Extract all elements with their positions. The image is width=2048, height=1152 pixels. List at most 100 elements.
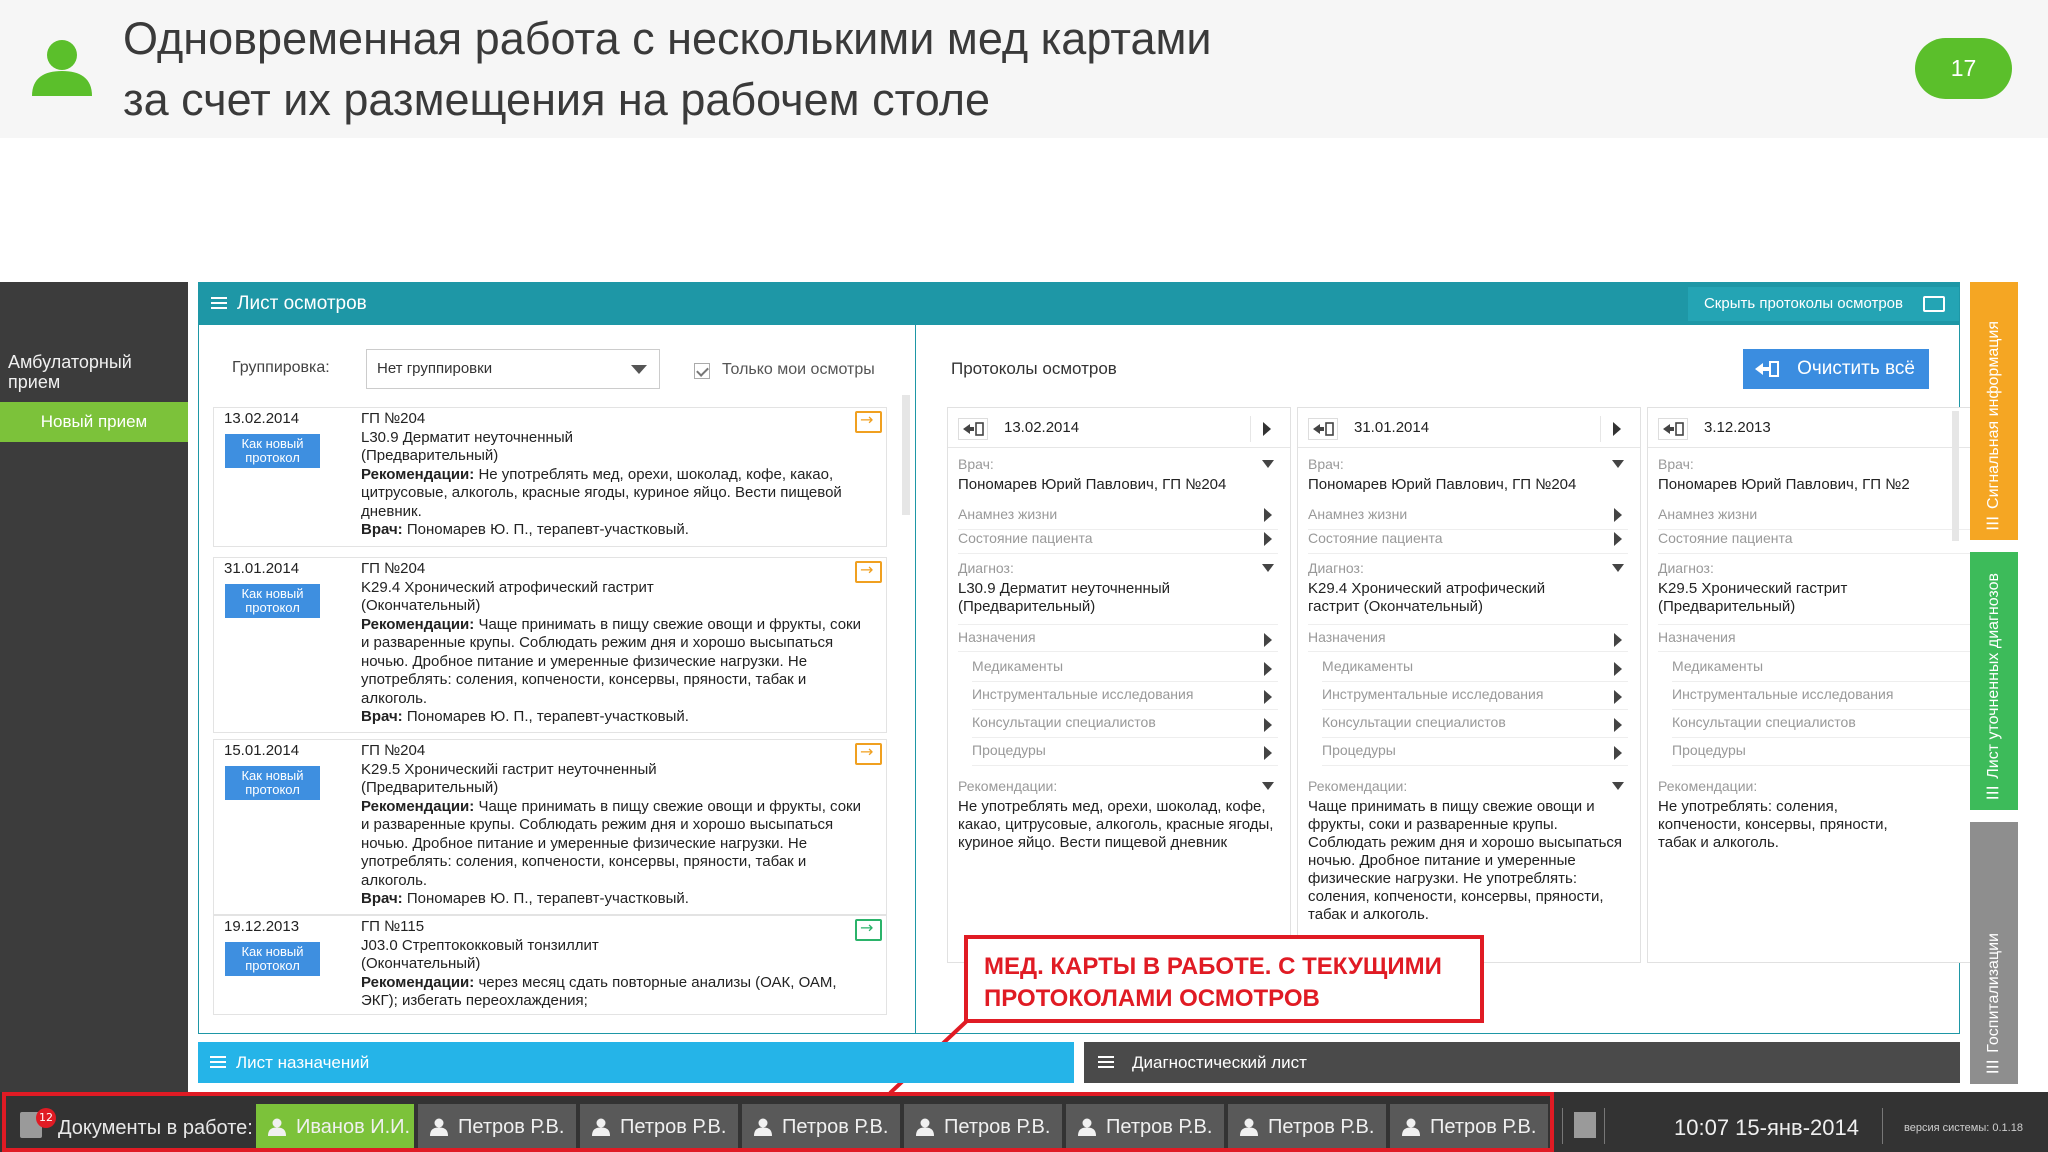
field-meds[interactable]: Медикаменты bbox=[972, 654, 1278, 682]
taskbar-tab[interactable]: Петров Р.В. bbox=[742, 1104, 900, 1150]
diagnostic-sheet-bar[interactable]: Диагностический лист bbox=[1084, 1042, 1960, 1083]
exam-date: 15.01.2014 bbox=[224, 742, 300, 759]
field-procedures[interactable]: Процедуры bbox=[972, 738, 1278, 766]
taskbar-tab[interactable]: Петров Р.В. bbox=[1228, 1104, 1386, 1150]
field-consult[interactable]: Консультации специалистов bbox=[972, 710, 1278, 738]
person-icon bbox=[1240, 1118, 1258, 1136]
field-assignments[interactable]: Назначения bbox=[1658, 624, 1978, 652]
as-new-protocol-button[interactable]: Как новый протокол bbox=[225, 766, 320, 800]
taskbar-tab[interactable]: Петров Р.В. bbox=[1066, 1104, 1224, 1150]
tab-signal-info[interactable]: ☰ Сигнальная информация bbox=[1970, 282, 2018, 540]
field-consult[interactable]: Консультации специалистов bbox=[1672, 710, 1978, 738]
only-mine-label: Только мои осмотры bbox=[722, 361, 875, 378]
exam-list-scrollbar[interactable] bbox=[902, 395, 910, 515]
assignments-sheet-bar[interactable]: Лист назначений bbox=[198, 1042, 1074, 1083]
taskbar-tab[interactable]: Петров Р.В. bbox=[580, 1104, 738, 1150]
panel-toggle-icon bbox=[1923, 296, 1945, 312]
chevron-down-icon[interactable] bbox=[1612, 460, 1624, 468]
taskbar-tab[interactable]: Петров Р.В. bbox=[418, 1104, 576, 1150]
hide-protocols-label: Скрыть протоколы осмотров bbox=[1703, 295, 1903, 312]
field-anamnesis[interactable]: Анамнез жизни bbox=[958, 506, 1278, 530]
chevron-down-icon[interactable] bbox=[1262, 564, 1274, 572]
tab-diagnoses[interactable]: ☰ Лист уточненных диагнозов bbox=[1970, 552, 2018, 810]
assignments-sheet-label: Лист назначений bbox=[236, 1053, 370, 1072]
tab-hospitalization[interactable]: ☰ Госпитализации bbox=[1970, 822, 2018, 1084]
exam-gp: ГП №204 bbox=[361, 560, 426, 577]
open-protocol-icon[interactable] bbox=[855, 742, 882, 765]
chevron-right-icon bbox=[1264, 662, 1272, 676]
documents-count-badge: 12 bbox=[36, 1108, 56, 1128]
field-recommendations-value: Не употреблять мед, орехи, шоколад, кофе… bbox=[958, 798, 1274, 851]
protocols-scrollbar[interactable] bbox=[1952, 411, 1959, 541]
field-instrumental[interactable]: Инструментальные исследования bbox=[1672, 682, 1978, 710]
field-state[interactable]: Состояние пациента bbox=[1658, 530, 1978, 554]
chevron-down-icon[interactable] bbox=[1262, 782, 1274, 790]
only-mine-checkbox[interactable] bbox=[694, 363, 710, 379]
field-meds[interactable]: Медикаменты bbox=[1322, 654, 1628, 682]
chevron-right-icon[interactable] bbox=[1250, 416, 1276, 442]
protocol-header: 3.12.2013 bbox=[1648, 408, 1991, 448]
field-consult[interactable]: Консультации специалистов bbox=[1322, 710, 1628, 738]
chevron-right-icon bbox=[1264, 746, 1272, 760]
field-anamnesis[interactable]: Анамнез жизни bbox=[1308, 506, 1628, 530]
chevron-right-icon bbox=[1264, 532, 1272, 546]
return-icon[interactable] bbox=[958, 418, 988, 440]
field-meds[interactable]: Медикаменты bbox=[1672, 654, 1978, 682]
taskbar-tab[interactable]: Петров Р.В. bbox=[1390, 1104, 1548, 1150]
person-icon bbox=[1402, 1118, 1420, 1136]
field-assignments[interactable]: Назначения bbox=[958, 624, 1278, 652]
field-anamnesis[interactable]: Анамнез жизни bbox=[1658, 506, 1978, 530]
field-procedures[interactable]: Процедуры bbox=[1322, 738, 1628, 766]
document-icon[interactable] bbox=[1574, 1112, 1596, 1138]
exam-doc: Пономарев Ю. П., терапевт-участковый. bbox=[406, 521, 689, 538]
exam-card[interactable]: 19.12.2013 Как новый протокол ГП №115 J0… bbox=[213, 915, 887, 1015]
exam-card[interactable]: 31.01.2014 Как новый протокол ГП №204 K2… bbox=[213, 557, 887, 733]
sidebar-item-new-visit[interactable]: Новый прием bbox=[0, 402, 188, 442]
taskbar-tab[interactable]: Петров Р.В. bbox=[904, 1104, 1062, 1150]
open-protocol-icon[interactable] bbox=[855, 410, 882, 433]
panel-title: Лист осмотров bbox=[237, 293, 367, 314]
chevron-right-icon bbox=[1614, 633, 1622, 647]
return-icon[interactable] bbox=[1308, 418, 1338, 440]
exam-card[interactable]: 15.01.2014 Как новый протокол ГП №204 K2… bbox=[213, 739, 887, 915]
chevron-down-icon[interactable] bbox=[1612, 564, 1624, 572]
exam-card[interactable]: 13.02.2014 Как новый протокол ГП №204 L3… bbox=[213, 407, 887, 547]
taskbar-separator bbox=[1562, 1108, 1563, 1144]
field-procedures[interactable]: Процедуры bbox=[1672, 738, 1978, 766]
as-new-protocol-button[interactable]: Как новый протокол bbox=[225, 942, 320, 976]
exam-doc-label: Врач: bbox=[361, 708, 403, 725]
chevron-right-icon[interactable] bbox=[1600, 416, 1626, 442]
chevron-right-icon bbox=[1614, 508, 1622, 522]
as-new-protocol-button[interactable]: Как новый протокол bbox=[225, 434, 320, 468]
chevron-right-icon bbox=[1264, 508, 1272, 522]
open-protocol-icon[interactable] bbox=[855, 918, 882, 941]
field-diagnosis-label: Диагноз: bbox=[1658, 560, 1714, 576]
chevron-down-icon bbox=[631, 365, 647, 374]
field-diagnosis-value: L30.9 Дерматит неуточненный (Предварител… bbox=[958, 580, 1170, 615]
field-state[interactable]: Состояние пациента bbox=[958, 530, 1278, 554]
open-protocol-icon[interactable] bbox=[855, 560, 882, 583]
field-state[interactable]: Состояние пациента bbox=[1308, 530, 1628, 554]
menu-icon bbox=[1098, 1056, 1114, 1068]
sidebar-item-ambulatory[interactable]: Амбулаторный прием bbox=[8, 352, 184, 392]
grouping-select[interactable]: Нет группировки bbox=[366, 349, 660, 389]
menu-icon[interactable] bbox=[211, 295, 227, 311]
tab-hospital-label: ☰ Госпитализации bbox=[1985, 932, 2002, 1076]
slide-header: Одновременная работа с несколькими мед к… bbox=[0, 0, 2048, 138]
field-instrumental[interactable]: Инструментальные исследования bbox=[972, 682, 1278, 710]
hide-protocols-button[interactable]: Скрыть протоколы осмотров bbox=[1687, 287, 1959, 321]
field-doctor-value: Пономарев Юрий Павлович, ГП №204 bbox=[1308, 476, 1577, 493]
chevron-down-icon[interactable] bbox=[1262, 460, 1274, 468]
exam-status: (Предварительный) bbox=[361, 447, 499, 464]
field-instrumental[interactable]: Инструментальные исследования bbox=[1322, 682, 1628, 710]
back-arrow-icon bbox=[1755, 361, 1779, 377]
taskbar: 12 Документы в работе: Иванов И.И. Петро… bbox=[0, 1092, 2048, 1152]
return-icon[interactable] bbox=[1658, 418, 1688, 440]
chevron-down-icon[interactable] bbox=[1612, 782, 1624, 790]
grouping-select-value: Нет группировки bbox=[377, 360, 493, 377]
field-assignments[interactable]: Назначения bbox=[1308, 624, 1628, 652]
as-new-protocol-button[interactable]: Как новый протокол bbox=[225, 584, 320, 618]
person-icon bbox=[916, 1118, 934, 1136]
taskbar-tab[interactable]: Иванов И.И. bbox=[256, 1104, 414, 1150]
clear-all-button[interactable]: Очистить всё bbox=[1743, 349, 1929, 389]
